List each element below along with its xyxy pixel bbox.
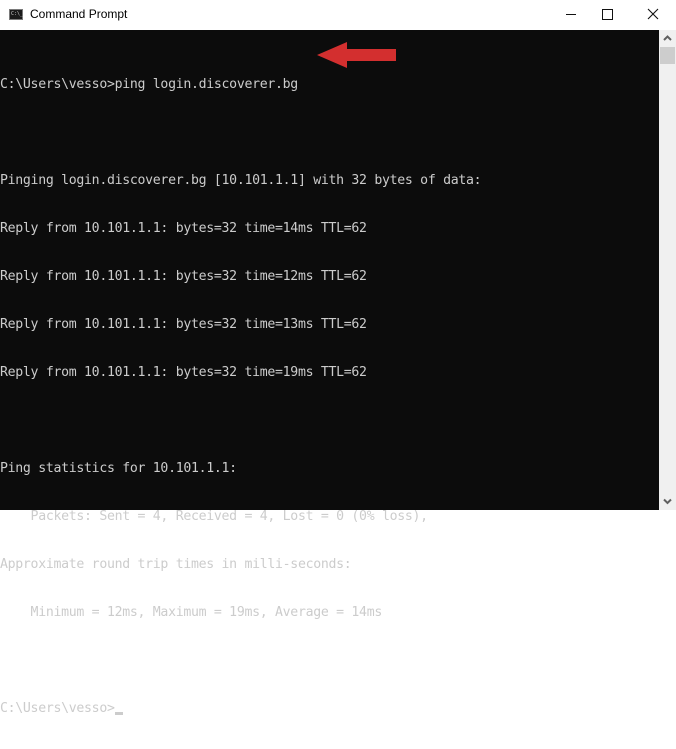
console-line: Packets: Sent = 4, Received = 4, Lost = … bbox=[0, 509, 429, 524]
vertical-scrollbar[interactable] bbox=[659, 30, 676, 510]
red-arrow-icon bbox=[317, 42, 396, 68]
maximize-button[interactable] bbox=[584, 0, 630, 30]
console-line: Minimum = 12ms, Maximum = 19ms, Average … bbox=[0, 605, 383, 620]
prompt-text: C:\Users\vesso> bbox=[0, 701, 115, 716]
console-line: Pinging login.discoverer.bg [10.101.1.1]… bbox=[0, 173, 482, 188]
close-icon bbox=[647, 8, 659, 20]
title-bar[interactable]: C:\_ Command Prompt bbox=[0, 0, 676, 30]
prompt-line[interactable]: C:\Users\vesso> bbox=[0, 701, 481, 717]
console-line: Reply from 10.101.1.1: bytes=32 time=14m… bbox=[0, 221, 367, 236]
console-line: Approximate round trip times in milli-se… bbox=[0, 557, 352, 572]
scroll-up-icon bbox=[663, 35, 672, 41]
window-title: Command Prompt bbox=[30, 7, 128, 21]
scroll-down-button[interactable] bbox=[659, 493, 676, 510]
console-line: Reply from 10.101.1.1: bytes=32 time=13m… bbox=[0, 317, 367, 332]
text-cursor bbox=[114, 712, 123, 715]
close-button[interactable] bbox=[630, 0, 676, 30]
maximize-icon bbox=[602, 9, 613, 20]
minimize-button[interactable] bbox=[538, 0, 584, 30]
scroll-thumb[interactable] bbox=[660, 47, 675, 64]
console-lines: C:\Users\vesso>ping login.discoverer.bg … bbox=[0, 45, 482, 749]
console-line: Reply from 10.101.1.1: bytes=32 time=12m… bbox=[0, 269, 367, 284]
console-output[interactable]: C:\Users\vesso>ping login.discoverer.bg … bbox=[0, 30, 659, 716]
console-line: C:\Users\vesso>ping login.discoverer.bg bbox=[0, 77, 298, 92]
minimize-icon bbox=[566, 14, 576, 15]
console-line: Reply from 10.101.1.1: bytes=32 time=19m… bbox=[0, 365, 367, 380]
scroll-up-button[interactable] bbox=[659, 30, 676, 47]
cmd-icon: C:\_ bbox=[9, 9, 23, 20]
console-line: Ping statistics for 10.101.1.1: bbox=[0, 461, 237, 476]
scroll-down-icon bbox=[663, 498, 672, 505]
